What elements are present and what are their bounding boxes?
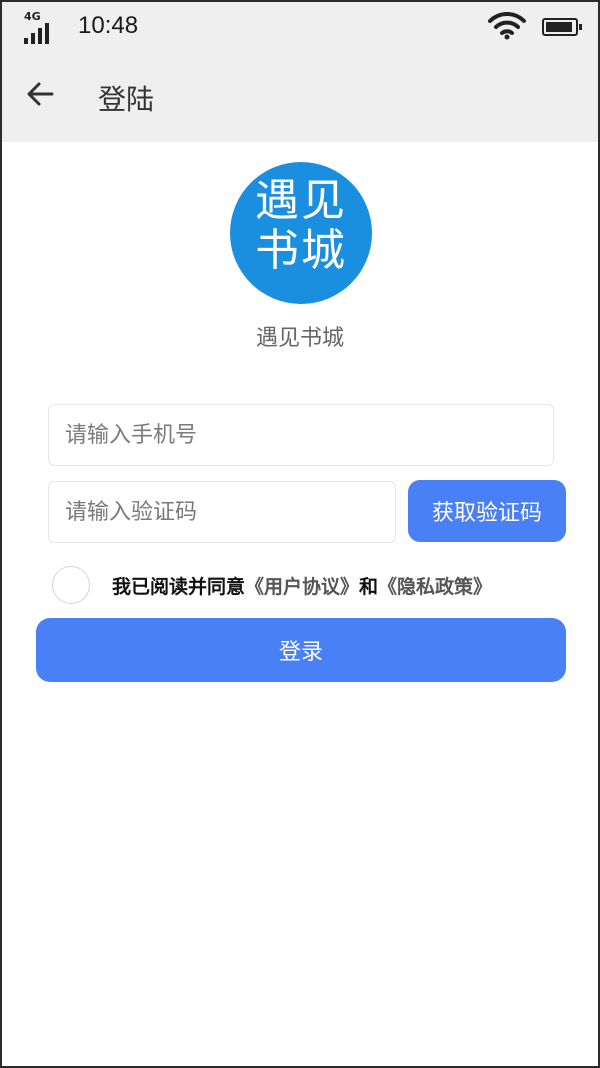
- agreement-and: 和: [359, 576, 379, 598]
- verification-code-input[interactable]: [65, 499, 395, 525]
- logo-text-line2: 书城: [255, 225, 347, 276]
- page-title: 登陆: [98, 83, 155, 116]
- status-bar: 4G 10:48: [2, 2, 598, 50]
- app-bar: 登陆: [2, 50, 598, 142]
- agreement-prefix: 我已阅读并同意: [112, 576, 246, 598]
- get-code-button[interactable]: 获取验证码: [408, 480, 566, 542]
- privacy-policy-link[interactable]: 《隐私政策》: [378, 576, 492, 598]
- phone-field: [48, 404, 554, 466]
- signal-icon: [24, 22, 49, 44]
- arrow-left-icon[interactable]: [24, 78, 56, 110]
- phone-input[interactable]: [65, 422, 553, 448]
- app-name: 遇见书城: [255, 326, 344, 351]
- status-time: 10:48: [78, 12, 139, 39]
- code-field: [48, 481, 396, 543]
- user-agreement-link[interactable]: 《用户协议》: [245, 576, 359, 598]
- logo-text-line1: 遇见: [255, 175, 347, 226]
- agreement-text: 我已阅读并同意《用户协议》和《隐私政策》: [112, 572, 492, 599]
- login-button[interactable]: 登录: [36, 618, 566, 682]
- wifi-icon: [488, 12, 526, 40]
- battery-icon: [542, 18, 582, 36]
- agreement-checkbox[interactable]: [52, 566, 90, 604]
- app-logo: 遇见 书城: [230, 162, 372, 304]
